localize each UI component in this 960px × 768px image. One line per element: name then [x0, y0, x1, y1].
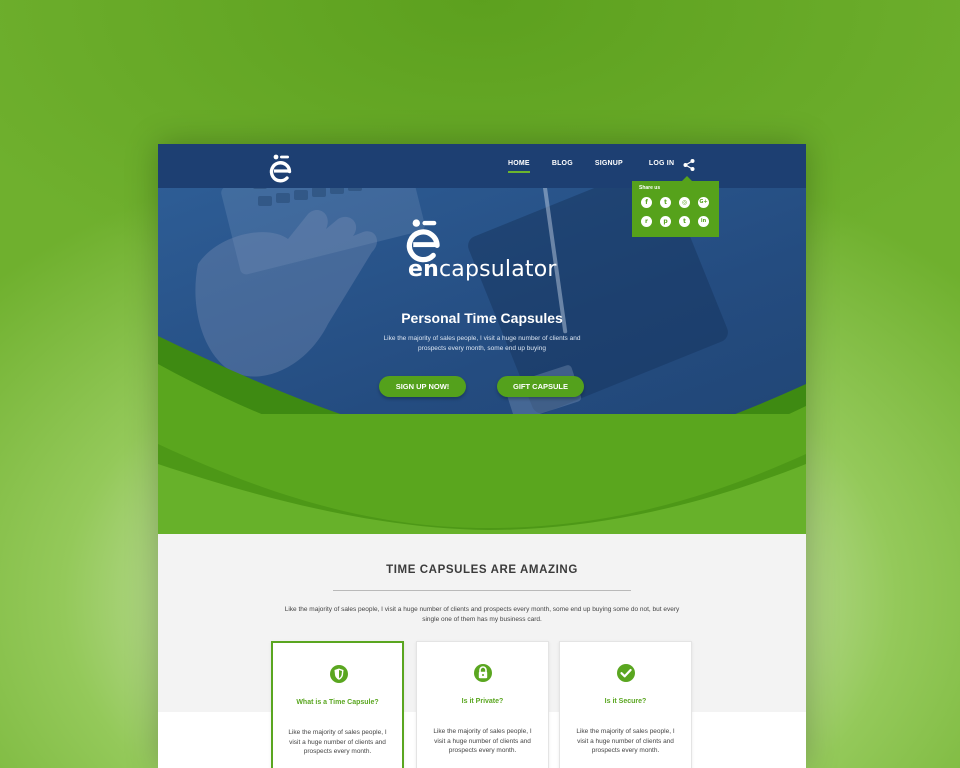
- facebook-icon[interactable]: f: [641, 197, 652, 208]
- share-title: Share us: [639, 185, 661, 191]
- sign-up-button[interactable]: SIGN UP NOW!: [379, 376, 466, 397]
- section-title: TIME CAPSULES ARE AMAZING: [386, 564, 578, 576]
- shield-icon: [330, 665, 348, 683]
- feature-card-what[interactable]: What is a Time Capsule? Like the majorit…: [271, 641, 404, 768]
- nav-blog[interactable]: BLOG: [552, 160, 573, 173]
- instagram-icon[interactable]: ◎: [679, 197, 690, 208]
- brand-suffix: capsulator: [438, 257, 557, 282]
- lock-icon: [474, 664, 492, 682]
- share-popover: Share us f t ◎ G+ r p t in: [632, 176, 719, 237]
- gift-capsule-button[interactable]: GIFT CAPSULE: [497, 376, 584, 397]
- linkedin-icon[interactable]: in: [698, 216, 709, 227]
- nav-login[interactable]: LOG IN: [649, 160, 674, 173]
- main-nav: HOME BLOG SIGNUP LOG IN: [508, 160, 696, 173]
- share-icon[interactable]: [682, 158, 696, 172]
- feature-card-secure[interactable]: Is it Secure? Like the majority of sales…: [559, 641, 692, 768]
- nav-home[interactable]: HOME: [508, 160, 530, 173]
- section-text: Like the majority of sales people, I vis…: [284, 606, 680, 623]
- website-mockup: HOME BLOG SIGNUP LOG IN Share us f t ◎ G…: [158, 144, 806, 768]
- card-text: Like the majority of sales people, I vis…: [288, 729, 387, 755]
- google-plus-icon[interactable]: G+: [698, 197, 709, 208]
- reddit-icon[interactable]: r: [641, 216, 652, 227]
- hero-bottom-curve: [158, 414, 806, 529]
- brand-prefix: en: [408, 257, 439, 282]
- card-text: Like the majority of sales people, I vis…: [576, 728, 675, 754]
- twitter-icon[interactable]: t: [660, 197, 671, 208]
- card-title: Is it Secure?: [604, 698, 647, 705]
- section-divider: [333, 590, 631, 591]
- nav-signup[interactable]: SIGNUP: [595, 160, 623, 173]
- tumblr-icon[interactable]: t: [679, 216, 690, 227]
- card-text: Like the majority of sales people, I vis…: [433, 728, 532, 754]
- e-capsule-logo-icon[interactable]: [268, 153, 294, 183]
- brand-wordmark: encapsulator: [408, 257, 557, 282]
- feature-card-private[interactable]: Is it Private? Like the majority of sale…: [416, 641, 549, 768]
- check-circle-icon: [617, 664, 635, 682]
- card-title: Is it Private?: [461, 698, 504, 705]
- card-title: What is a Time Capsule?: [296, 699, 379, 706]
- pinterest-icon[interactable]: p: [660, 216, 671, 227]
